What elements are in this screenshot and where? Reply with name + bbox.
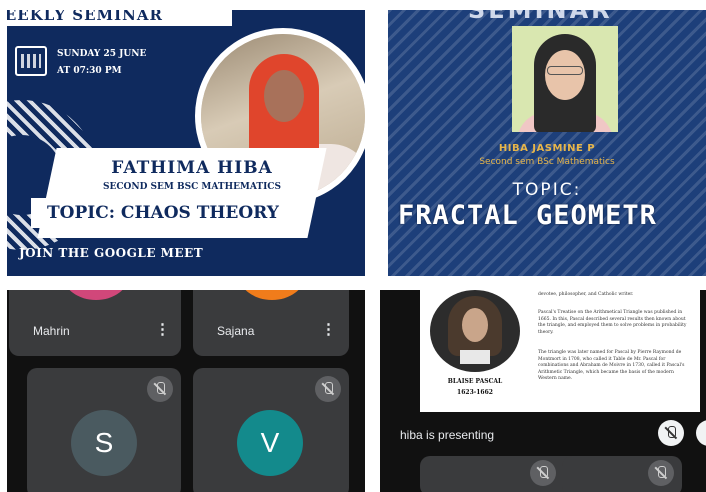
participant-tile-mahrin[interactable]: Mahrin ⋮ [9,290,181,356]
slide-paragraph-2: The triangle was later named for Pascal … [538,350,685,381]
mic-off-icon [147,376,173,402]
poster-heading: SEMINAR [468,10,613,24]
more-vert-icon[interactable]: ⋮ [321,320,336,338]
more-vert-icon[interactable]: ⋮ [155,320,170,338]
speaker-role: SECOND SEM BSC MATHEMATICS [103,182,281,192]
presenting-label: hiba is presenting [400,428,495,442]
time-line: AT 07:30 PM [57,66,122,76]
calendar-icon [15,46,47,76]
presentation-view[interactable]: BLAISE PASCAL 1623-1662 devotee, philoso… [380,290,706,492]
avatar: V [237,410,303,476]
topic-value: FRACTAL GEOMETR [398,200,657,231]
mic-off-icon [315,376,341,402]
top-banner: WEEKLY SEMINAR [7,10,232,26]
portrait-caption-name: BLAISE PASCAL [447,378,503,385]
banner-title: WEEKLY SEMINAR [7,10,163,24]
speaker-role: Second sem BSc Mathematics [479,157,615,167]
shared-slide: BLAISE PASCAL 1623-1662 devotee, philoso… [420,290,700,412]
avatar: S [71,410,137,476]
participant-tile-sajana[interactable]: Sajana ⋮ [193,290,349,356]
mic-off-icon [530,460,556,486]
slide-text-top: devotee, philosopher, and Catholic write… [538,292,634,297]
participant-name: Mahrin [33,324,70,338]
avatar [63,290,129,300]
participant-tile-small[interactable] [562,456,682,492]
participant-tile-v[interactable]: V [193,368,349,492]
date-line: SUNDAY 25 JUNE [57,49,147,59]
mic-off-icon[interactable] [658,420,684,446]
speaker-name: HIBA JASMINE P [498,143,596,154]
participant-name: Sajana [217,324,255,338]
speaker-name: FATHIMA HIBA [111,158,273,178]
portrait-image [430,290,520,372]
speaker-portrait [512,26,618,132]
more-options-button[interactable] [696,420,706,446]
slide-paragraph-1: Pascal's Treatise on the Arithmetical Tr… [538,310,687,335]
join-meet-text: JOIN THE GOOGLE MEET [19,246,204,260]
seminar-poster-left: WEEKLY SEMINAR SUNDAY 25 JUNE AT 07:30 P… [7,10,365,276]
topic-label: TOPIC: [512,180,582,200]
seminar-topic: TOPIC: CHAOS THEORY [47,203,279,223]
portrait-caption-years: 1623-1662 [457,389,493,396]
meet-participant-grid: Mahrin ⋮ Sajana ⋮ S V [7,290,365,492]
avatar [239,290,305,300]
mic-off-icon [648,460,674,486]
participant-tile-s[interactable]: S [27,368,181,492]
event-date: SUNDAY 25 JUNE AT 07:30 PM [57,46,146,80]
seminar-poster-right: SEMINAR HIBA JASMINE P Second sem BSc Ma… [388,10,706,276]
